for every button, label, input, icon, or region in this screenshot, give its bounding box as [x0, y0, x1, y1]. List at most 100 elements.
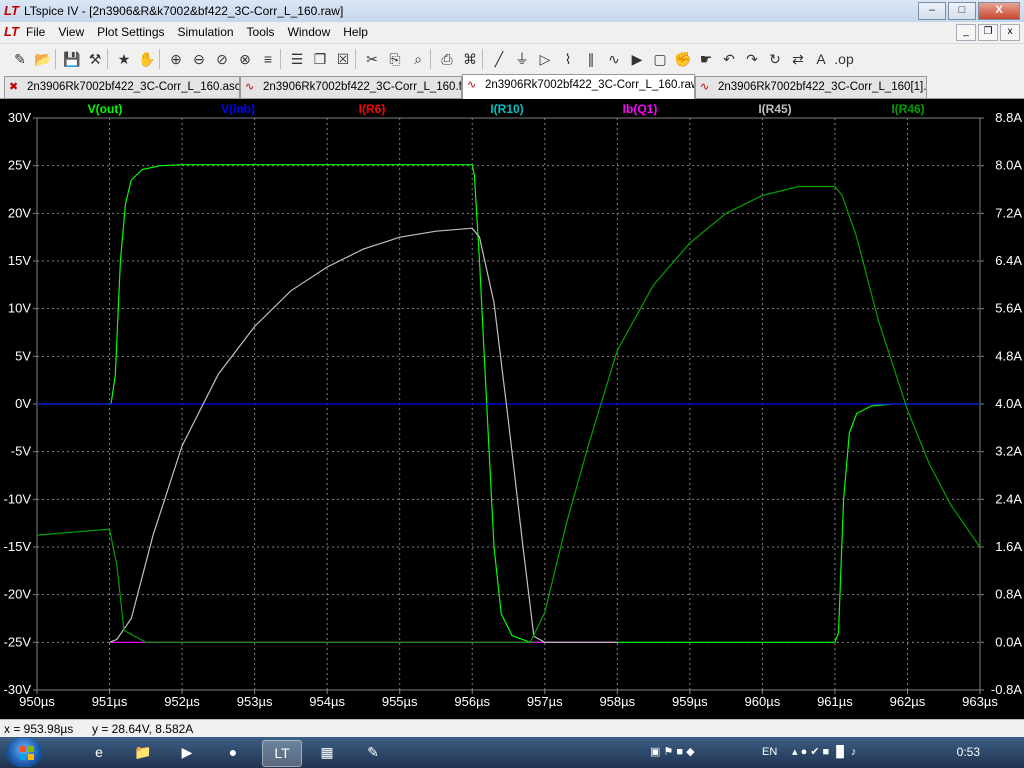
- media-player-icon[interactable]: ▶: [168, 740, 206, 765]
- run-icon[interactable]: ★: [114, 49, 134, 69]
- windows-taskbar: e 📁 ▶ ● LT ▦ ✎ ▣ ⚑ ■ ◆ EN ▴ ● ✔ ■ ▐▌ ♪ 0…: [0, 737, 1024, 768]
- menu-plot-settings[interactable]: Plot Settings: [97, 25, 164, 39]
- redo-icon[interactable]: ↷: [742, 49, 762, 69]
- close-all-icon[interactable]: ☒: [333, 49, 353, 69]
- inductor-icon[interactable]: ∿: [604, 49, 624, 69]
- menu-tools[interactable]: Tools: [247, 25, 275, 39]
- menu-items: File View Plot Settings Simulation Tools Wind…: [26, 25, 381, 39]
- legend-ib-q1-[interactable]: Ib(Q1): [623, 102, 658, 116]
- save-icon[interactable]: 💾: [62, 49, 82, 69]
- move-icon[interactable]: ✊: [673, 49, 693, 69]
- minimize-button[interactable]: –: [918, 2, 946, 20]
- zoom-in-icon[interactable]: ⊕: [166, 49, 186, 69]
- mdi-minimize-button[interactable]: _: [956, 24, 976, 41]
- tray-icons[interactable]: ▣ ⚑ ■ ◆: [650, 737, 750, 768]
- firefox-icon[interactable]: ●: [214, 740, 252, 765]
- waveform-plot[interactable]: 950µs 951µs 952µs 953µs 954µs 955µs 956µs 957µs…: [0, 99, 1024, 719]
- y-left-tick-label: -15V: [4, 539, 32, 554]
- x-tick-label: 955µs: [382, 694, 418, 709]
- wire-icon[interactable]: ╱: [489, 49, 509, 69]
- tab-4[interactable]: ∿ 2n3906Rk7002bf422_3C-Corr_L_160[1].fft: [695, 76, 927, 98]
- copy-icon[interactable]: ⎘: [385, 49, 405, 69]
- y-left-tick-label: -30V: [4, 682, 32, 697]
- notification-icons[interactable]: ▴ ● ✔ ■ ▐▌ ♪: [792, 737, 942, 768]
- ltspice-logo-icon[interactable]: LT: [4, 3, 20, 19]
- close-button[interactable]: X: [978, 2, 1020, 20]
- calculator-icon[interactable]: ▦: [308, 740, 346, 765]
- ground-icon[interactable]: ⏚: [512, 49, 532, 69]
- mdi-close-button[interactable]: x: [1000, 24, 1020, 41]
- cascade-icon[interactable]: ❐: [310, 49, 330, 69]
- paint-icon[interactable]: ✎: [354, 740, 392, 765]
- y-left-tick-label: -10V: [4, 491, 32, 506]
- x-tick-label: 959µs: [672, 694, 708, 709]
- waveform-icon: ∿: [467, 79, 477, 91]
- menu-file[interactable]: File: [26, 25, 45, 39]
- find-icon[interactable]: ⌕: [408, 49, 428, 69]
- mdi-controls: _ ❐ x: [954, 24, 1020, 41]
- capacitor-icon[interactable]: ∥: [581, 49, 601, 69]
- zoom-fit-icon[interactable]: ⊘: [212, 49, 232, 69]
- tab-label: 2n3906Rk7002bf422_3C-Corr_L_160.fft: [263, 81, 462, 93]
- diode-icon[interactable]: ▶: [627, 49, 647, 69]
- legend-i-r10-[interactable]: I(R10): [490, 102, 523, 116]
- drag-icon[interactable]: ☛: [696, 49, 716, 69]
- document-menu-icon[interactable]: LT: [4, 24, 20, 40]
- open-icon[interactable]: 📂: [33, 49, 53, 69]
- spice-directive-icon[interactable]: .op: [834, 49, 854, 69]
- menu-window[interactable]: Window: [288, 25, 331, 39]
- waveform-viewer[interactable]: 950µs 951µs 952µs 953µs 954µs 955µs 956µs 957µs…: [0, 99, 1024, 719]
- tab-3[interactable]: ∿ 2n3906Rk7002bf422_3C-Corr_L_160.raw: [462, 74, 695, 99]
- maximize-button[interactable]: □: [948, 2, 976, 20]
- mdi-restore-button[interactable]: ❐: [978, 24, 998, 41]
- zoom-out-icon[interactable]: ⊖: [189, 49, 209, 69]
- mirror-icon[interactable]: ⇄: [788, 49, 808, 69]
- menu-view[interactable]: View: [58, 25, 84, 39]
- ie-icon[interactable]: e: [80, 740, 118, 765]
- new-schematic-icon[interactable]: ✎: [10, 49, 30, 69]
- y-right-tick-label: 4.0A: [995, 396, 1022, 411]
- window-controls: – □ X: [916, 2, 1020, 20]
- y-right-tick-label: 8.8A: [995, 110, 1022, 125]
- autorange-icon[interactable]: ≡: [258, 49, 278, 69]
- x-tick-label: 951µs: [92, 694, 128, 709]
- y-left-tick-label: 10V: [8, 301, 31, 316]
- zoom-cancel-icon[interactable]: ⊗: [235, 49, 255, 69]
- language-indicator[interactable]: EN: [762, 737, 777, 768]
- explorer-icon[interactable]: 📁: [124, 740, 162, 765]
- toolbar-separator: [280, 49, 281, 69]
- component-icon[interactable]: ▢: [650, 49, 670, 69]
- legend-i-r6-[interactable]: I(R6): [359, 102, 386, 116]
- schematic-icon: ✖: [9, 81, 19, 93]
- x-tick-label: 954µs: [309, 694, 345, 709]
- text-icon[interactable]: A: [811, 49, 831, 69]
- legend-v-inb-[interactable]: V(inb): [221, 102, 255, 116]
- halt-icon[interactable]: ✋: [137, 49, 157, 69]
- start-orb-icon[interactable]: [6, 738, 42, 767]
- title-bar[interactable]: LT LTspice IV - [2n3906&R&k7002&bf422_3C…: [0, 0, 1024, 23]
- clock[interactable]: 0:53: [957, 737, 980, 768]
- tab-label: 2n3906Rk7002bf422_3C-Corr_L_160.raw: [485, 79, 695, 91]
- control-panel-icon[interactable]: ⚒: [85, 49, 105, 69]
- undo-icon[interactable]: ↶: [719, 49, 739, 69]
- menu-simulation[interactable]: Simulation: [178, 25, 234, 39]
- tile-horizontal-icon[interactable]: ☰: [287, 49, 307, 69]
- legend-i-r45-[interactable]: I(R45): [758, 102, 791, 116]
- menu-help[interactable]: Help: [343, 25, 368, 39]
- ltspice-window: LT LTspice IV - [2n3906&R&k7002&bf422_3C…: [0, 0, 1024, 768]
- cut-icon[interactable]: ✂: [362, 49, 382, 69]
- tab-2[interactable]: ∿ 2n3906Rk7002bf422_3C-Corr_L_160.fft: [240, 76, 462, 98]
- menu-bar: LT File View Plot Settings Simulation Tools W…: [0, 22, 1024, 42]
- print-setup-icon[interactable]: ⌘: [460, 49, 480, 69]
- label-icon[interactable]: ▷: [535, 49, 555, 69]
- y-left-tick-label: -5V: [11, 444, 32, 459]
- rotate-icon[interactable]: ↻: [765, 49, 785, 69]
- print-icon[interactable]: ⎙: [437, 49, 457, 69]
- tab-1[interactable]: ✖ 2n3906Rk7002bf422_3C-Corr_L_160.asc: [4, 76, 240, 98]
- resistor-icon[interactable]: ⌇: [558, 49, 578, 69]
- x-tick-label: 957µs: [527, 694, 563, 709]
- y-left-tick-label: -25V: [4, 634, 32, 649]
- legend-v-out-[interactable]: V(out): [88, 102, 123, 116]
- legend-i-r46-[interactable]: I(R46): [891, 102, 924, 116]
- ltspice-taskbar-icon[interactable]: LT: [262, 740, 302, 767]
